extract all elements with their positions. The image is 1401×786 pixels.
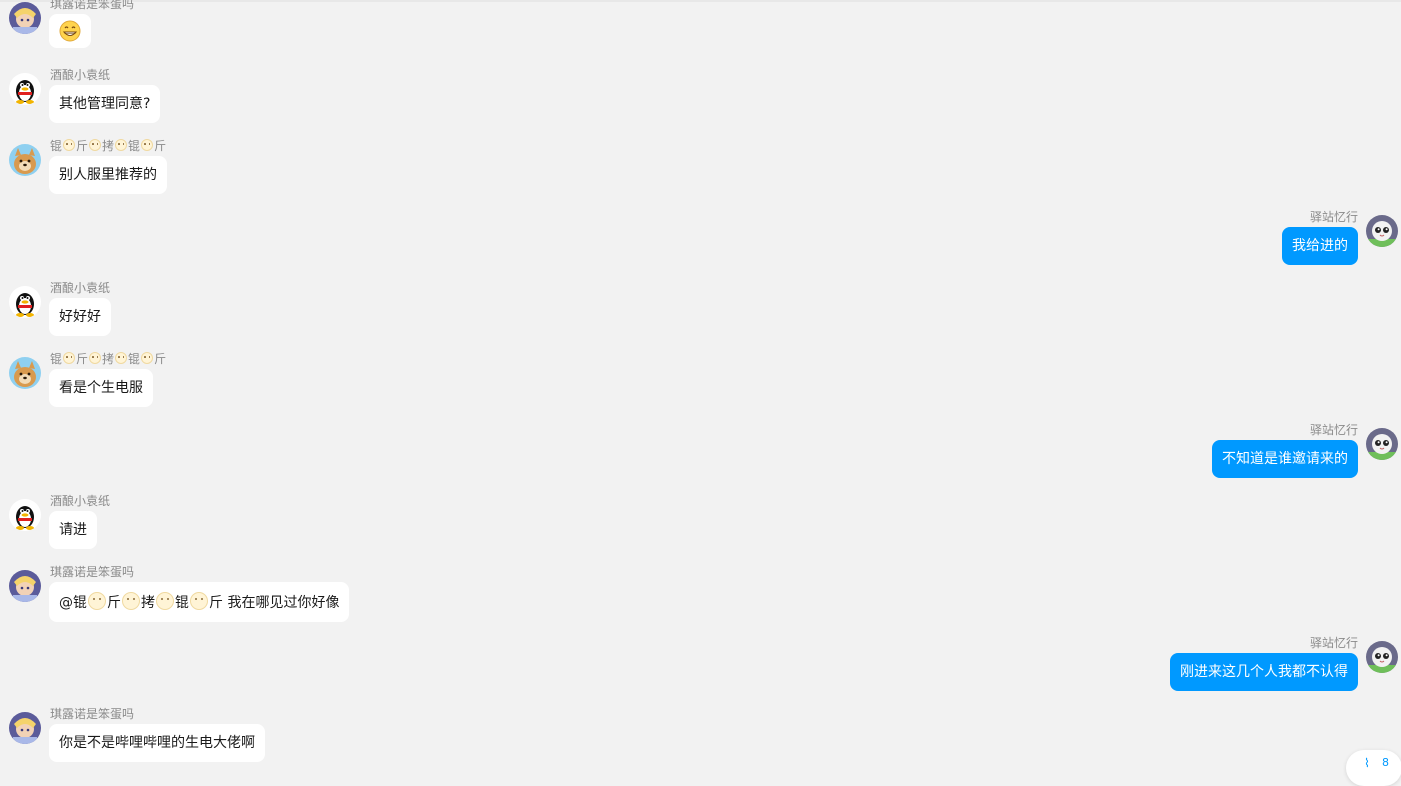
- smile-emoji-icon: [115, 352, 128, 364]
- new-messages-button[interactable]: ⌇ 8: [1346, 750, 1401, 786]
- message-bubble[interactable]: 你是不是哔哩哔哩的生电大佬啊: [49, 724, 265, 762]
- message-bubble[interactable]: 看是个生电服: [49, 369, 153, 407]
- name-part: 斤: [154, 352, 167, 366]
- smile-emoji-icon: [63, 352, 76, 364]
- sender-name: 驿站忆行: [1309, 423, 1358, 437]
- name-part: 斤: [154, 139, 167, 153]
- avatar-kun[interactable]: [9, 357, 41, 389]
- message-bubble[interactable]: 刚进来这几个人我都不认得: [1170, 653, 1358, 691]
- sender-name: 琪露诺是笨蛋吗: [50, 707, 135, 721]
- avatar-kun[interactable]: [9, 144, 41, 176]
- sender-name: 驿站忆行: [1309, 636, 1358, 650]
- name-part: 拷: [141, 595, 155, 611]
- message-bubble[interactable]: 其他管理同意?: [49, 85, 161, 123]
- smile-emoji-icon: [63, 139, 76, 151]
- avatar-qilunuo[interactable]: [9, 2, 41, 34]
- message-bubble[interactable]: 不知道是谁邀请来的: [1212, 440, 1358, 478]
- sender-name: 琪露诺是笨蛋吗: [50, 565, 135, 579]
- message-bubble[interactable]: 请进: [49, 511, 97, 549]
- name-part: 斤: [209, 595, 223, 611]
- avatar-yizhan[interactable]: [1366, 428, 1398, 460]
- top-divider: [0, 0, 1401, 2]
- smile-emoji-icon: [122, 592, 140, 610]
- smile-emoji-icon: [156, 592, 174, 610]
- message-bubble[interactable]: 好好好: [49, 298, 111, 336]
- name-part: 斤: [76, 352, 89, 366]
- message-bubble[interactable]: @锟斤拷锟斤 我在哪见过你好像: [49, 582, 350, 622]
- smile-emoji-icon: [190, 592, 208, 610]
- message-bubble[interactable]: [49, 14, 91, 48]
- name-part: 拷: [102, 352, 115, 366]
- avatar-jiuniang[interactable]: [9, 286, 41, 318]
- smile-emoji-icon: [88, 592, 106, 610]
- avatar-jiuniang[interactable]: [9, 499, 41, 531]
- message-bubble[interactable]: 我给进的: [1282, 227, 1358, 265]
- name-part: 锟: [128, 352, 141, 366]
- name-part: 斤: [107, 595, 121, 611]
- avatar-jiuniang[interactable]: [9, 73, 41, 105]
- sender-name: 锟斤拷锟斤: [50, 352, 166, 366]
- name-part: 拷: [102, 139, 115, 153]
- sender-name: 酒酿小袁纸: [50, 494, 111, 508]
- grin-emoji: [59, 20, 81, 42]
- name-part: 锟: [128, 139, 141, 153]
- smile-emoji-icon: [141, 352, 154, 364]
- name-part: 锟: [175, 595, 189, 611]
- avatar-qilunuo[interactable]: [9, 712, 41, 744]
- smile-emoji-icon: [89, 139, 102, 151]
- name-part: 锟: [50, 352, 63, 366]
- name-part: 锟: [50, 139, 63, 153]
- name-part: 斤: [76, 139, 89, 153]
- avatar-yizhan[interactable]: [1366, 641, 1398, 673]
- name-part: 锟: [73, 595, 87, 611]
- avatar-yizhan[interactable]: [1366, 215, 1398, 247]
- sender-name: 驿站忆行: [1309, 210, 1358, 224]
- message-bubble[interactable]: 别人服里推荐的: [49, 156, 167, 194]
- sender-name: 琪露诺是笨蛋吗: [50, 0, 135, 11]
- message-text: 我在哪见过你好像: [227, 595, 340, 611]
- sender-name: 酒酿小袁纸: [50, 281, 111, 295]
- smile-emoji-icon: [89, 352, 102, 364]
- double-chevron-down-icon: ⌇: [1364, 756, 1370, 770]
- sender-name: 锟斤拷锟斤: [50, 139, 166, 153]
- smile-emoji-icon: [141, 139, 154, 151]
- mention[interactable]: @锟斤拷锟斤: [59, 592, 223, 611]
- sender-name: 酒酿小袁纸: [50, 68, 111, 82]
- new-messages-count: 8: [1382, 756, 1389, 769]
- avatar-qilunuo[interactable]: [9, 570, 41, 602]
- mention-prefix: @: [59, 595, 73, 611]
- smile-emoji-icon: [115, 139, 128, 151]
